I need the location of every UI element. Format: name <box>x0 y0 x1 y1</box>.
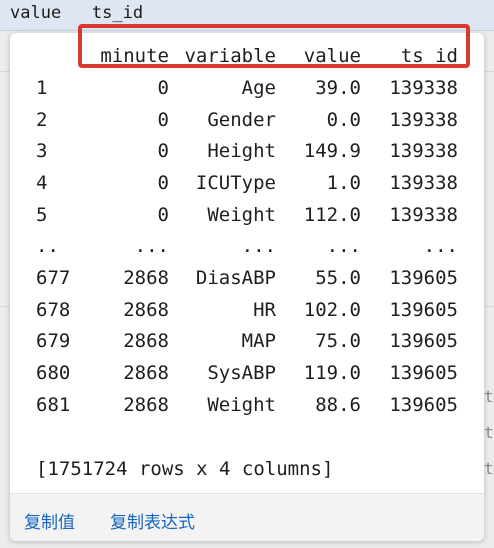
cell-ts-id: 139338 <box>389 109 458 131</box>
cell-ts-id: 139605 <box>389 330 458 352</box>
table-row: 5 0 Weight 112.0 139338 <box>10 200 484 231</box>
cell-ts-id: 139605 <box>389 267 458 289</box>
cell-variable: ... <box>241 235 276 257</box>
table-row: 680 2868 SysABP 119.0 139605 <box>10 358 484 389</box>
dataframe-table: minute variable value ts_id 1 0 Age 39.0… <box>10 33 484 493</box>
row-index: 677 <box>36 267 71 289</box>
row-index: 678 <box>36 299 71 321</box>
row-index: 679 <box>36 330 71 352</box>
row-index: 681 <box>36 394 71 416</box>
editor-glyph: t <box>484 423 494 442</box>
cell-variable: MAP <box>241 330 276 352</box>
table-row: 2 0 Gender 0.0 139338 <box>10 105 484 136</box>
cell-minute: ... <box>134 235 169 257</box>
row-index: 1 <box>36 77 48 99</box>
cell-variable: Weight <box>207 394 276 416</box>
dataframe-preview-popup: minute variable value ts_id 1 0 Age 39.0… <box>10 33 484 541</box>
cell-variable: Height <box>207 140 276 162</box>
cell-ts-id: 139605 <box>389 394 458 416</box>
cell-value: ... <box>326 235 361 257</box>
cell-variable: Weight <box>207 204 276 226</box>
cell-minute: 0 <box>157 109 169 131</box>
cell-ts-id: 139338 <box>389 172 458 194</box>
row-index: 4 <box>36 172 48 194</box>
cell-variable: Gender <box>207 109 276 131</box>
cell-minute: 0 <box>157 204 169 226</box>
cell-value: 1.0 <box>326 172 361 194</box>
row-index: .. <box>36 235 59 257</box>
cell-value: 55.0 <box>315 267 361 289</box>
cell-ts-id: 139605 <box>389 362 458 384</box>
cell-ts-id: 139338 <box>389 140 458 162</box>
cell-value: 119.0 <box>303 362 361 384</box>
copy-expression-link[interactable]: 复制表达式 <box>110 508 195 533</box>
cell-value: 102.0 <box>303 299 361 321</box>
row-index: 3 <box>36 140 48 162</box>
cell-minute: 2868 <box>123 362 169 384</box>
cell-minute: 0 <box>157 77 169 99</box>
table-row: 3 0 Height 149.9 139338 <box>10 136 484 167</box>
cell-value: 112.0 <box>303 204 361 226</box>
table-row: 4 0 ICUType 1.0 139338 <box>10 168 484 199</box>
cell-variable: DiasABP <box>195 267 276 289</box>
table-row: 677 2868 DiasABP 55.0 139605 <box>10 263 484 294</box>
copy-value-link[interactable]: 复制值 <box>24 508 75 533</box>
header-highlight-box <box>78 24 470 68</box>
cell-ts-id: 139338 <box>389 204 458 226</box>
cell-minute: 0 <box>157 140 169 162</box>
cell-minute: 2868 <box>123 267 169 289</box>
editor-header-text: value ts_id <box>10 3 144 23</box>
cell-minute: 2868 <box>123 299 169 321</box>
cell-value: 88.6 <box>315 394 361 416</box>
cell-ts-id: ... <box>423 235 458 257</box>
row-index: 680 <box>36 362 71 384</box>
editor-glyph: t <box>484 459 494 478</box>
cell-minute: 2868 <box>123 330 169 352</box>
cell-ts-id: 139338 <box>389 77 458 99</box>
cell-value: 39.0 <box>315 77 361 99</box>
dataframe-shape-summary: [1751724 rows x 4 columns] <box>36 458 334 480</box>
table-row: 679 2868 MAP 75.0 139605 <box>10 326 484 357</box>
editor-glyph: t <box>484 387 494 406</box>
cell-ts-id: 139605 <box>389 299 458 321</box>
popup-footer: 复制值 复制表达式 <box>10 493 484 541</box>
cell-minute: 0 <box>157 172 169 194</box>
row-index: 2 <box>36 109 48 131</box>
cell-minute: 2868 <box>123 394 169 416</box>
cell-variable: HR <box>253 299 276 321</box>
cell-variable: SysABP <box>207 362 276 384</box>
table-row: 681 2868 Weight 88.6 139605 <box>10 390 484 421</box>
table-row: 678 2868 HR 102.0 139605 <box>10 295 484 326</box>
table-row-ellipsis: .. ... ... ... ... <box>10 231 484 262</box>
cell-variable: Age <box>241 77 276 99</box>
cell-value: 75.0 <box>315 330 361 352</box>
cell-value: 149.9 <box>303 140 361 162</box>
table-row: 1 0 Age 39.0 139338 <box>10 73 484 104</box>
cell-value: 0.0 <box>326 109 361 131</box>
row-index: 5 <box>36 204 48 226</box>
cell-variable: ICUType <box>195 172 276 194</box>
